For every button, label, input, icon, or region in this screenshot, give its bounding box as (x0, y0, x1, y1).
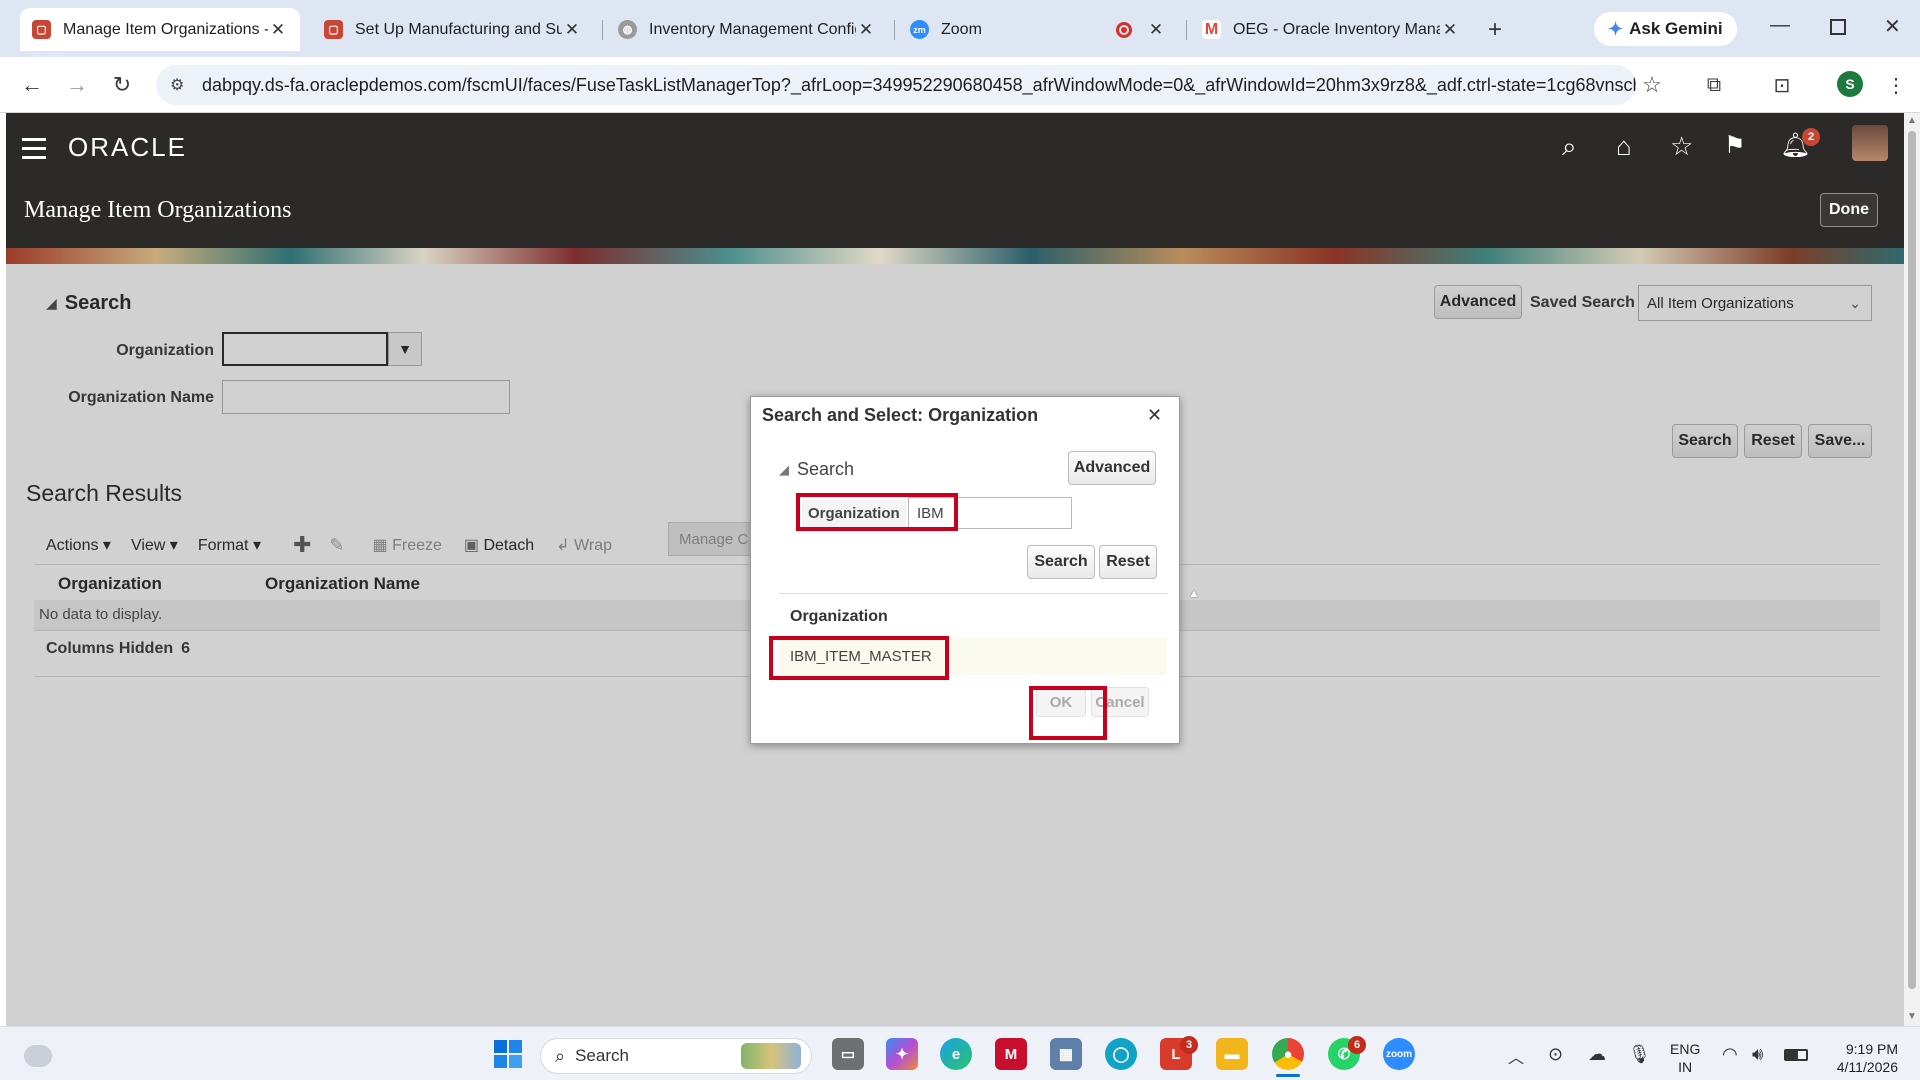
battery-icon[interactable] (1784, 1049, 1808, 1061)
onedrive-cloud-icon[interactable]: ☁ (1588, 1044, 1606, 1065)
tab-separator (1186, 20, 1187, 40)
microphone-icon[interactable]: 🎙︎ (1628, 1044, 1651, 1065)
new-tab-button[interactable]: + (1488, 16, 1502, 44)
active-app-indicator (1276, 1074, 1300, 1077)
close-window-icon[interactable]: ✕ (1884, 14, 1901, 39)
sync-icon[interactable]: ⊙ (1548, 1044, 1563, 1065)
browser-tab-bar: ▢ Manage Item Organizations - S ✕ ▢ Set … (0, 0, 1920, 57)
app-l-badge: 3 (1180, 1036, 1198, 1054)
weather-widget-icon[interactable] (24, 1045, 52, 1067)
alexa-icon[interactable]: ◯ (1105, 1038, 1137, 1070)
close-tab-icon[interactable]: ✕ (562, 20, 582, 40)
mouse-cursor-icon: ▲ (1188, 586, 1200, 600)
done-button[interactable]: Done (1820, 193, 1878, 227)
wifi-icon[interactable]: ◠ (1722, 1044, 1738, 1065)
oracle-logo[interactable]: ORACLE (68, 132, 187, 163)
tab-zoom[interactable]: zm Zoom ✕ (898, 8, 1178, 51)
zoom-taskbar-icon[interactable]: zoom (1383, 1038, 1415, 1070)
oracle-header: ORACLE ⌕ ⌂ ☆ ⚑ 🔔︎ 2 Manage Item Organiza… (6, 113, 1904, 248)
decorative-banner (6, 248, 1904, 264)
edge-icon[interactable]: e (940, 1038, 972, 1070)
tab-separator (894, 20, 895, 40)
ask-gemini-button[interactable]: ✦ Ask Gemini (1594, 12, 1737, 46)
taskbar-search-box[interactable]: ⌕ Search (540, 1038, 812, 1074)
page-title: Manage Item Organizations (24, 197, 292, 223)
maximize-window-icon[interactable] (1830, 19, 1846, 35)
favorites-star-icon[interactable]: ☆ (1670, 131, 1693, 162)
dialog-column-organization[interactable]: Organization (790, 608, 888, 626)
forward-arrow-icon[interactable]: → (63, 71, 91, 99)
dialog-search-header[interactable]: ◢ Search (779, 459, 854, 480)
site-info-icon[interactable]: ⚙ (170, 75, 184, 95)
whatsapp-badge: 6 (1348, 1036, 1366, 1054)
close-tab-icon[interactable]: ✕ (1440, 20, 1460, 40)
microsoft-store-icon[interactable]: ▦ (1050, 1038, 1082, 1070)
hamburger-menu-icon[interactable] (22, 138, 46, 159)
tab-set-up-manufacturing[interactable]: ▢ Set Up Manufacturing and Sup ✕ (312, 8, 594, 51)
tab-manage-item-organizations[interactable]: ▢ Manage Item Organizations - S ✕ (20, 8, 300, 51)
back-arrow-icon[interactable]: ← (18, 71, 46, 99)
show-hidden-icons-chevron[interactable]: ︿ (1508, 1044, 1524, 1068)
profile-avatar[interactable]: S (1837, 71, 1863, 97)
volume-icon[interactable]: 🔊︎ (1752, 1044, 1763, 1065)
tab-oeg-oracle-inventory[interactable]: M OEG - Oracle Inventory Manag ✕ (1190, 8, 1472, 51)
zoom-icon: zm (910, 20, 929, 39)
bookmark-star-icon[interactable]: ☆ (1638, 71, 1666, 99)
page-vertical-scrollbar[interactable]: ▲ ▼ (1904, 113, 1920, 1026)
dialog-reset-button[interactable]: Reset (1099, 545, 1157, 579)
collapse-triangle-icon[interactable]: ◢ (779, 462, 789, 478)
close-tab-icon[interactable]: ✕ (1146, 20, 1166, 40)
system-clock[interactable]: 9:19 PM 4/11/2026 (1820, 1040, 1898, 1076)
oracle-icon: ▢ (32, 20, 51, 39)
global-search-icon[interactable]: ⌕ (1562, 131, 1577, 163)
browser-menu-icon[interactable]: ⋮ (1882, 71, 1910, 99)
close-tab-icon[interactable]: ✕ (856, 20, 876, 40)
reload-icon[interactable]: ↻ (108, 71, 136, 99)
close-tab-icon[interactable]: ✕ (268, 20, 288, 40)
search-icon: ⌕ (555, 1045, 566, 1066)
dialog-title: Search and Select: Organization (762, 405, 1039, 425)
tab-inventory-management-config[interactable]: ◍ Inventory Management Config ✕ (606, 8, 888, 51)
file-explorer-icon[interactable]: ▬ (1216, 1038, 1248, 1070)
globe-icon: ◍ (618, 20, 637, 39)
tab-search-icon[interactable]: ⊡ (1768, 71, 1796, 99)
recording-icon (1116, 21, 1132, 38)
extensions-icon[interactable]: ⧉ (1700, 71, 1728, 99)
close-dialog-icon[interactable]: ✕ (1147, 405, 1162, 426)
highlight-ok-button (1029, 686, 1107, 740)
user-avatar[interactable] (1852, 125, 1888, 161)
oracle-icon: ▢ (324, 20, 343, 39)
mcafee-icon[interactable]: M (995, 1038, 1027, 1070)
scroll-down-icon[interactable]: ▼ (1907, 1011, 1917, 1022)
url-field[interactable]: ⚙ dabpqy.ds-fa.oraclepdemos.com/fscmUI/f… (156, 65, 1636, 105)
chrome-icon[interactable]: ● (1272, 1038, 1304, 1070)
flag-icon[interactable]: ⚑ (1724, 131, 1746, 160)
copilot-icon[interactable]: ✦ (886, 1038, 918, 1070)
search-highlight-image (741, 1043, 801, 1069)
dialog-advanced-button[interactable]: Advanced (1068, 451, 1156, 485)
tab-separator (602, 20, 603, 40)
highlight-organization-field (796, 493, 958, 531)
minimize-window-icon[interactable]: — (1770, 14, 1790, 37)
scroll-up-icon[interactable]: ▲ (1907, 115, 1917, 126)
language-indicator[interactable]: ENG IN (1670, 1040, 1700, 1076)
scrollbar-thumb[interactable] (1908, 131, 1916, 989)
search-select-organization-dialog: Search and Select: Organization ✕ ◢ Sear… (750, 396, 1180, 744)
home-icon[interactable]: ⌂ (1616, 131, 1632, 162)
task-view-icon[interactable]: ▭ (832, 1038, 864, 1070)
notification-badge: 2 (1802, 128, 1820, 146)
highlight-result-row (769, 636, 949, 680)
windows-start-icon[interactable] (494, 1040, 522, 1068)
dialog-search-button[interactable]: Search (1027, 545, 1095, 579)
gemini-sparkle-icon: ✦ (1608, 18, 1624, 39)
gmail-icon: M (1202, 20, 1221, 39)
browser-address-bar: ← → ↻ ⚙ dabpqy.ds-fa.oraclepdemos.com/fs… (0, 57, 1920, 113)
